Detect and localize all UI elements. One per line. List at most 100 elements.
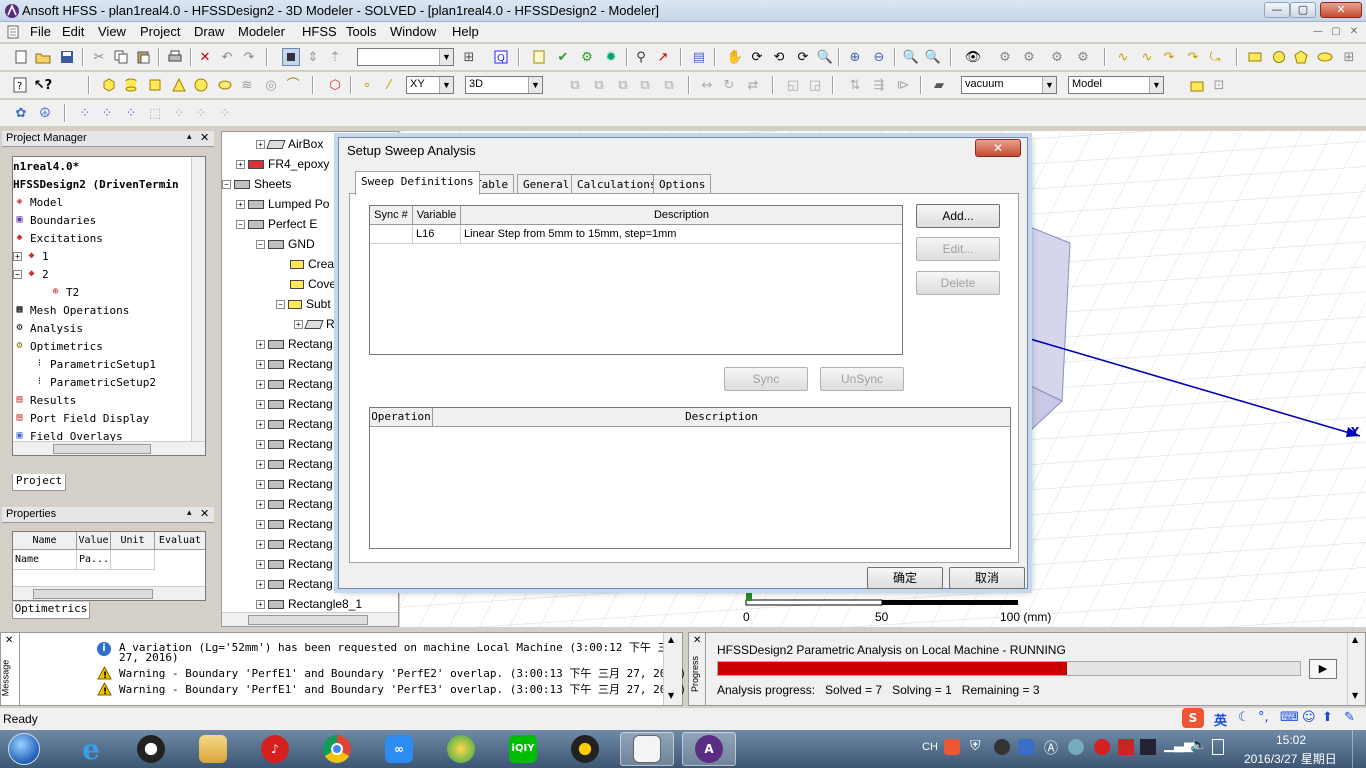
thicken-icon[interactable]: ◲	[806, 76, 824, 94]
explorer-icon[interactable]	[186, 732, 240, 766]
model-tree-scrollbar[interactable]	[222, 612, 398, 626]
draw-line-segment-icon[interactable]: ⁄	[380, 76, 398, 94]
move-icon[interactable]: ⇕	[304, 48, 322, 66]
tree-project-root[interactable]: n1real4.0*	[13, 157, 79, 175]
tree-design[interactable]: HFSSDesign2 (DrivenTermin	[13, 175, 179, 193]
edit-button[interactable]: Edit...	[916, 237, 1000, 261]
progress-expand-button[interactable]: ▶	[1309, 659, 1337, 679]
model-combo[interactable]: Model ▼	[1068, 76, 1164, 94]
sweep-icon[interactable]: ◱	[784, 76, 802, 94]
tree-rectangle-1[interactable]: + Rectang	[256, 335, 333, 353]
undo-icon[interactable]: ↶	[218, 48, 236, 66]
progress-scrollbar[interactable]: ▲ ▼	[1347, 633, 1365, 705]
draw-sphere-icon[interactable]	[192, 76, 210, 94]
unite-icon[interactable]: ⧉	[566, 76, 584, 94]
tree-rect-sub[interactable]: + Re	[294, 315, 341, 333]
sogou-ime-icon[interactable]: S	[1182, 708, 1204, 728]
tree-rectangle-8[interactable]: + Rectang	[256, 475, 333, 493]
tray-monitor-icon[interactable]	[1140, 739, 1156, 755]
mdi-close-button[interactable]: ✕	[1346, 25, 1362, 39]
document-icon[interactable]	[6, 25, 20, 39]
close-button[interactable]: ✕	[1320, 2, 1362, 18]
draw-box-icon[interactable]	[100, 76, 118, 94]
context-help-icon[interactable]: ↖?	[34, 76, 52, 94]
tray-music-icon[interactable]	[1094, 739, 1110, 755]
report-icon[interactable]: ↗	[654, 48, 672, 66]
ime-lang-label[interactable]: 英	[1214, 710, 1227, 729]
grid-point-icon[interactable]: ⁘	[76, 104, 94, 122]
tree-view-icon[interactable]: ⊞	[460, 48, 478, 66]
header-sync[interactable]: Sync #	[370, 206, 413, 225]
tree-results[interactable]: ▤ Results	[13, 391, 76, 409]
add-button[interactable]: Add...	[916, 204, 1000, 228]
app-icon[interactable]	[434, 732, 488, 766]
qq-icon[interactable]	[124, 732, 178, 766]
draw-polygon-icon[interactable]	[1292, 48, 1310, 66]
tree-horizontal-scrollbar[interactable]	[13, 441, 205, 455]
draw-bondwire-icon[interactable]: ⌒	[284, 76, 302, 94]
menu-help[interactable]: Help	[452, 24, 479, 39]
tree-boundaries[interactable]: ▣ Boundaries	[13, 211, 96, 229]
ime-keyboard-icon[interactable]: ⌨	[1280, 710, 1299, 725]
ime-moon-icon[interactable]: ☾	[1238, 710, 1250, 725]
render-3-icon[interactable]: ⚙	[1048, 48, 1066, 66]
tree-parametric-setup-1[interactable]: ⁝ ParametricSetup1	[33, 355, 156, 373]
draw-region-icon[interactable]: ⊞	[1340, 48, 1358, 66]
tree-rectangle-3[interactable]: + Rectang	[256, 375, 333, 393]
tree-excitation-1[interactable]: + ◆ 1	[13, 247, 49, 265]
menu-hfss[interactable]: HFSS	[302, 24, 337, 39]
tab-sweep-definitions[interactable]: Sweep Definitions	[355, 171, 480, 195]
print-icon[interactable]	[166, 48, 184, 66]
ime-tools-icon[interactable]: ✎	[1344, 710, 1355, 725]
render-4-icon[interactable]: ⚙	[1074, 48, 1092, 66]
split-icon[interactable]: ⧉	[636, 76, 654, 94]
tree-rectangle-4[interactable]: + Rectang	[256, 395, 333, 413]
header-description[interactable]: Description	[461, 206, 902, 225]
clock-time[interactable]: 15:02	[1276, 733, 1306, 747]
tree-create[interactable]: Crea	[290, 255, 334, 273]
menu-file[interactable]: File	[30, 24, 51, 39]
tray-battery-icon[interactable]	[1212, 739, 1224, 755]
zoom-in-icon[interactable]: ⊕	[846, 48, 864, 66]
pan-icon[interactable]: ✋	[726, 48, 744, 66]
language-indicator[interactable]: CH	[922, 741, 938, 753]
draw-helix-icon[interactable]: ≋	[238, 76, 256, 94]
menu-draw[interactable]: Draw	[194, 24, 224, 39]
snap-mode-icon[interactable]: ⁘	[216, 104, 234, 122]
subtract-icon[interactable]: ⧉	[590, 76, 608, 94]
menu-modeler[interactable]: Modeler	[238, 24, 285, 39]
tree-rectangle-6[interactable]: + Rectang	[256, 435, 333, 453]
mode-combo[interactable]: 3D ▼	[465, 76, 543, 94]
message-scrollbar[interactable]: ▲ ▼	[663, 633, 682, 705]
prop-header-value[interactable]: Value	[77, 532, 111, 550]
prop-cell-value[interactable]: Pa...	[77, 550, 111, 570]
tray-a-icon[interactable]: Ⓐ	[1044, 738, 1058, 758]
tree-rectangle-11[interactable]: + Rectang	[256, 535, 333, 553]
cell-variable[interactable]: L16	[413, 225, 461, 244]
create-region-icon[interactable]: ⬡	[326, 76, 344, 94]
tree-lumped-port[interactable]: + Lumped Po	[236, 195, 329, 213]
hfss-icon[interactable]: A	[682, 732, 736, 766]
rotate-object-icon[interactable]: ↻	[720, 76, 738, 94]
snap-face-icon[interactable]: ⬚	[146, 104, 164, 122]
draw-circle-icon[interactable]	[1270, 48, 1288, 66]
draw-cone-icon[interactable]	[170, 76, 188, 94]
tree-rectangle-10[interactable]: + Rectang	[256, 515, 333, 533]
tab-project[interactable]: Project	[12, 474, 66, 491]
zoom-out-icon[interactable]: ⊖	[870, 48, 888, 66]
dialog-close-button[interactable]: ✕	[975, 139, 1021, 157]
cell-description[interactable]: Linear Step from 5mm to 15mm, step=1mm	[461, 225, 902, 244]
cut-icon[interactable]: ✂	[90, 48, 108, 66]
new-file-icon[interactable]	[12, 48, 30, 66]
panel-close-icon[interactable]: ✕	[200, 131, 209, 144]
field-plot-icon[interactable]: ⚲	[632, 48, 650, 66]
selection-combo[interactable]: ▼	[357, 48, 454, 66]
cell-sync[interactable]	[370, 225, 413, 244]
tree-rectangle8-1[interactable]: + Rectangle8_1	[256, 595, 362, 613]
tree-excitation-2[interactable]: − ◆ 2	[13, 265, 49, 283]
draw-equation-icon[interactable]: ⤿	[1206, 48, 1224, 66]
material-combo[interactable]: vacuum ▼	[961, 76, 1057, 94]
progress-close-icon[interactable]: ✕	[693, 635, 701, 646]
properties-scrollbar[interactable]	[13, 586, 205, 600]
solve-icon[interactable]: ✹	[602, 48, 620, 66]
